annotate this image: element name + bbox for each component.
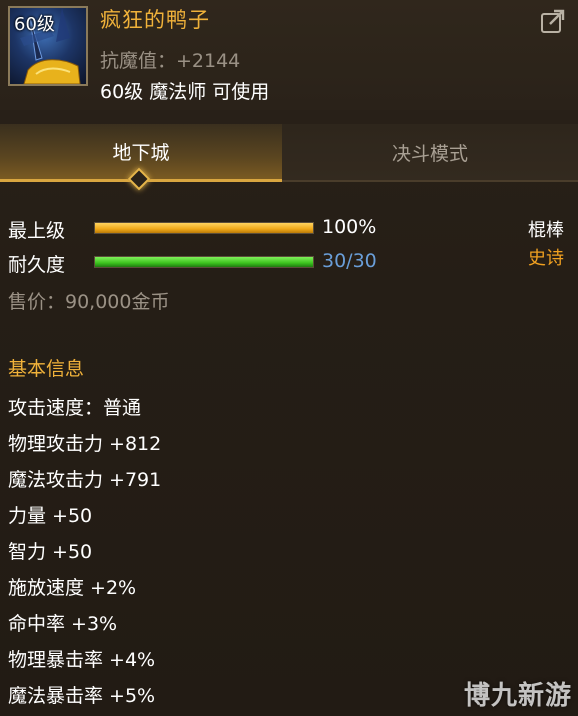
durability-bar-fill [95,257,313,267]
upgrade-bar [94,222,314,234]
stat-attack-speed: 攻击速度：普通 [8,397,142,419]
watermark: 博九新游 [463,681,572,711]
item-header: 60级 疯狂的鸭子 抗魔值：+2144 60级 魔法师 可使用 [0,0,578,110]
item-tooltip-panel: 60级 疯狂的鸭子 抗魔值：+2144 60级 魔法师 可使用 地下城 决斗模式… [0,0,578,716]
mode-tabs: 地下城 决斗模式 [0,124,578,182]
magic-resist-value: 抗魔值：+2144 [100,50,241,72]
stat-physical-attack: 物理攻击力 +812 [8,433,162,455]
upgrade-bar-fill [95,223,313,233]
stat-cast-speed: 施放速度 +2% [8,577,137,599]
weapon-type: 棍棒 [528,220,564,241]
stats-list: 攻击速度：普通 物理攻击力 +812 魔法攻击力 +791 力量 +50 智力 … [8,390,161,714]
basic-info-title: 基本信息 [8,358,85,380]
sell-price: 售价：90,000金币 [8,291,170,313]
upgrade-label: 最上级 [8,220,66,242]
stat-strength: 力量 +50 [8,505,93,527]
item-level-badge: 60级 [14,14,55,35]
stat-intelligence: 智力 +50 [8,541,93,563]
durability-label: 耐久度 [8,254,66,276]
upgrade-value: 100% [322,216,377,238]
stat-magic-attack: 魔法攻击力 +791 [8,469,162,491]
stat-hit-rate: 命中率 +3% [8,613,118,635]
item-requirement: 60级 魔法师 可使用 [100,81,270,103]
item-name: 疯狂的鸭子 [100,8,210,32]
rarity-label: 史诗 [528,248,564,269]
stat-magic-crit: 魔法暴击率 +5% [8,685,156,707]
stat-physical-crit: 物理暴击率 +4% [8,649,156,671]
share-icon[interactable] [540,8,566,34]
duck-weapon-icon: 60级 [8,6,88,86]
durability-value: 30/30 [322,250,377,272]
tab-duel-mode[interactable]: 决斗模式 [282,124,578,182]
durability-bar [94,256,314,268]
